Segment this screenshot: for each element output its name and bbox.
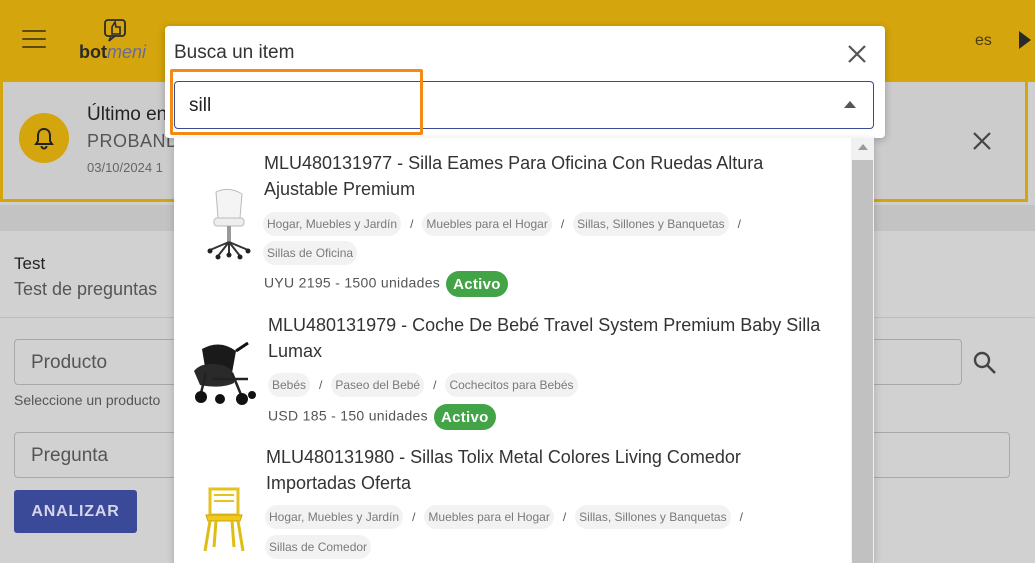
result-title: MLU480131977 - Silla Eames Para Oficina … [264, 153, 764, 199]
product-hint: Seleccione un producto [14, 392, 161, 408]
close-icon[interactable] [847, 44, 867, 64]
item-search-input[interactable]: sill [174, 81, 874, 129]
breadcrumb-chip: Muebles para el Hogar [424, 505, 554, 529]
breadcrumb-chip: Muebles para el Hogar [422, 212, 552, 236]
dialog-title: Busca un item [174, 42, 295, 63]
scroll-thumb[interactable] [852, 160, 873, 563]
notification-title: Último en [87, 104, 168, 125]
breadcrumb: Sillas de Oficina [263, 241, 358, 265]
status-badge: Activo [433, 404, 496, 430]
results-scrollbar[interactable] [851, 138, 874, 563]
breadcrumb-chip: Sillas, Sillones y Banquetas [575, 505, 731, 529]
result-title: MLU480131980 - Sillas Tolix Metal Colore… [266, 447, 741, 493]
app-logo[interactable]: botmeni [79, 18, 159, 64]
breadcrumb-chip: Hogar, Muebles y Jardín [265, 505, 404, 529]
breadcrumb: Hogar, Muebles y Jardín / Muebles para el … [265, 505, 752, 529]
scroll-up-icon[interactable] [858, 144, 868, 150]
result-item[interactable]: MLU480131979 - Coche De Bebé Travel Syst… [174, 303, 851, 435]
breadcrumb-chip: Hogar, Muebles y Jardín [263, 212, 402, 236]
breadcrumb: Sillas de Comedor [265, 535, 372, 559]
price-stock: USD 185 - 150 unidades Activo [268, 404, 496, 430]
metal-chair-image [203, 487, 245, 552]
notification-date: 03/10/2024 1 [87, 160, 163, 175]
panel-title: Test [14, 254, 46, 273]
breadcrumb-chip: Sillas de Comedor [265, 535, 372, 559]
price-stock: UYU 2195 - 1500 unidades Activo [264, 271, 508, 297]
result-title: MLU480131979 - Coche De Bebé Travel Syst… [268, 315, 821, 361]
result-item[interactable]: MLU480131977 - Silla Eames Para Oficina … [174, 138, 851, 303]
bell-icon [19, 113, 69, 163]
logo-icon [104, 19, 126, 42]
close-icon[interactable] [971, 130, 993, 152]
baby-stroller-image [194, 341, 256, 405]
product-field-label: Producto [31, 352, 108, 373]
status-badge: Activo [446, 271, 508, 297]
caret-up-icon[interactable] [844, 101, 856, 108]
price-text: USD 185 - 150 unidades [268, 407, 428, 424]
hamburger-icon[interactable] [22, 30, 46, 50]
office-chair-image [207, 188, 251, 260]
play-icon[interactable] [1019, 31, 1031, 49]
logo-text: bot [79, 42, 107, 62]
breadcrumb-chip: Cochecitos para Bebés [445, 373, 578, 397]
results-dropdown: MLU480131977 - Silla Eames Para Oficina … [174, 138, 874, 563]
logo-text-accent: meni [106, 42, 146, 62]
question-field-label: Pregunta [31, 445, 109, 466]
breadcrumb: Bebés / Paseo del Bebé / Cochecitos para Beb… [268, 373, 578, 397]
logo-wordmark: botmeni [79, 42, 146, 63]
price-text: UYU 2195 - 1500 unidades [264, 274, 441, 291]
panel-subtitle: Test de preguntas [14, 279, 158, 299]
search-dialog: Busca un item sill [165, 26, 885, 138]
result-item[interactable]: MLU480131980 - Sillas Tolix Metal Colore… [174, 435, 851, 563]
analyze-button[interactable]: ANALIZAR [14, 490, 137, 533]
breadcrumb-chip: Bebés [268, 373, 311, 397]
breadcrumb: Hogar, Muebles y Jardín / Muebles para el … [263, 212, 750, 236]
breadcrumb-chip: Paseo del Bebé [331, 373, 425, 397]
language-selector[interactable]: es [975, 32, 992, 50]
breadcrumb-chip: Sillas de Oficina [263, 241, 358, 265]
search-icon[interactable] [972, 350, 998, 376]
breadcrumb-chip: Sillas, Sillones y Banquetas [573, 212, 729, 236]
search-input-value: sill [189, 95, 212, 116]
